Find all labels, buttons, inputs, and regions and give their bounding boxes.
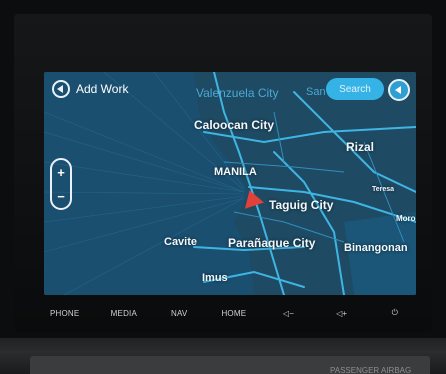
phone-button[interactable]: PHONE <box>50 309 79 318</box>
map-label-caloocan: Caloocan City <box>194 118 275 132</box>
map-label-valenzuela: Valenzuela City <box>196 86 279 100</box>
map-label-taguig: Taguig City <box>269 198 334 212</box>
back-button[interactable] <box>52 80 70 98</box>
hardware-button-bar: PHONE MEDIA NAV HOME ◁− ◁+ ⏻ <box>40 300 416 326</box>
map-label-teresa: Teresa <box>372 186 395 193</box>
menu-button[interactable] <box>388 79 410 101</box>
map-label-moro: Moro <box>396 214 416 223</box>
volume-down-button[interactable]: ◁− <box>277 309 299 318</box>
home-button[interactable]: HOME <box>221 309 246 318</box>
zoom-out-icon[interactable]: − <box>57 190 65 203</box>
map-label-rizal: Rizal <box>346 140 375 154</box>
map-label-imus: Imus <box>202 272 228 284</box>
map-label-manila: MANILA <box>214 166 257 178</box>
volume-up-button[interactable]: ◁+ <box>331 309 353 318</box>
power-button[interactable]: ⏻ <box>384 308 406 318</box>
nav-button[interactable]: NAV <box>168 309 190 318</box>
menu-arrow-icon <box>395 86 401 94</box>
media-button[interactable]: MEDIA <box>111 309 137 318</box>
map-label-san: San <box>306 86 326 98</box>
map-label-paranaque: Parañaque City <box>228 236 316 250</box>
zoom-in-icon[interactable]: + <box>57 166 65 179</box>
add-work-label: Add Work <box>76 82 129 96</box>
zoom-control[interactable]: + − <box>50 158 72 210</box>
passenger-airbag-label: PASSENGER AIRBAG <box>330 366 412 374</box>
map-canvas[interactable] <box>44 72 416 295</box>
navigation-screen[interactable]: Add Work Valenzuela City San Search Calo… <box>44 72 416 295</box>
back-arrow-icon <box>57 85 63 93</box>
map-label-cavite: Cavite <box>164 236 198 248</box>
search-button[interactable]: Search <box>326 78 384 100</box>
map-label-binangonan: Binangonan <box>344 242 408 254</box>
